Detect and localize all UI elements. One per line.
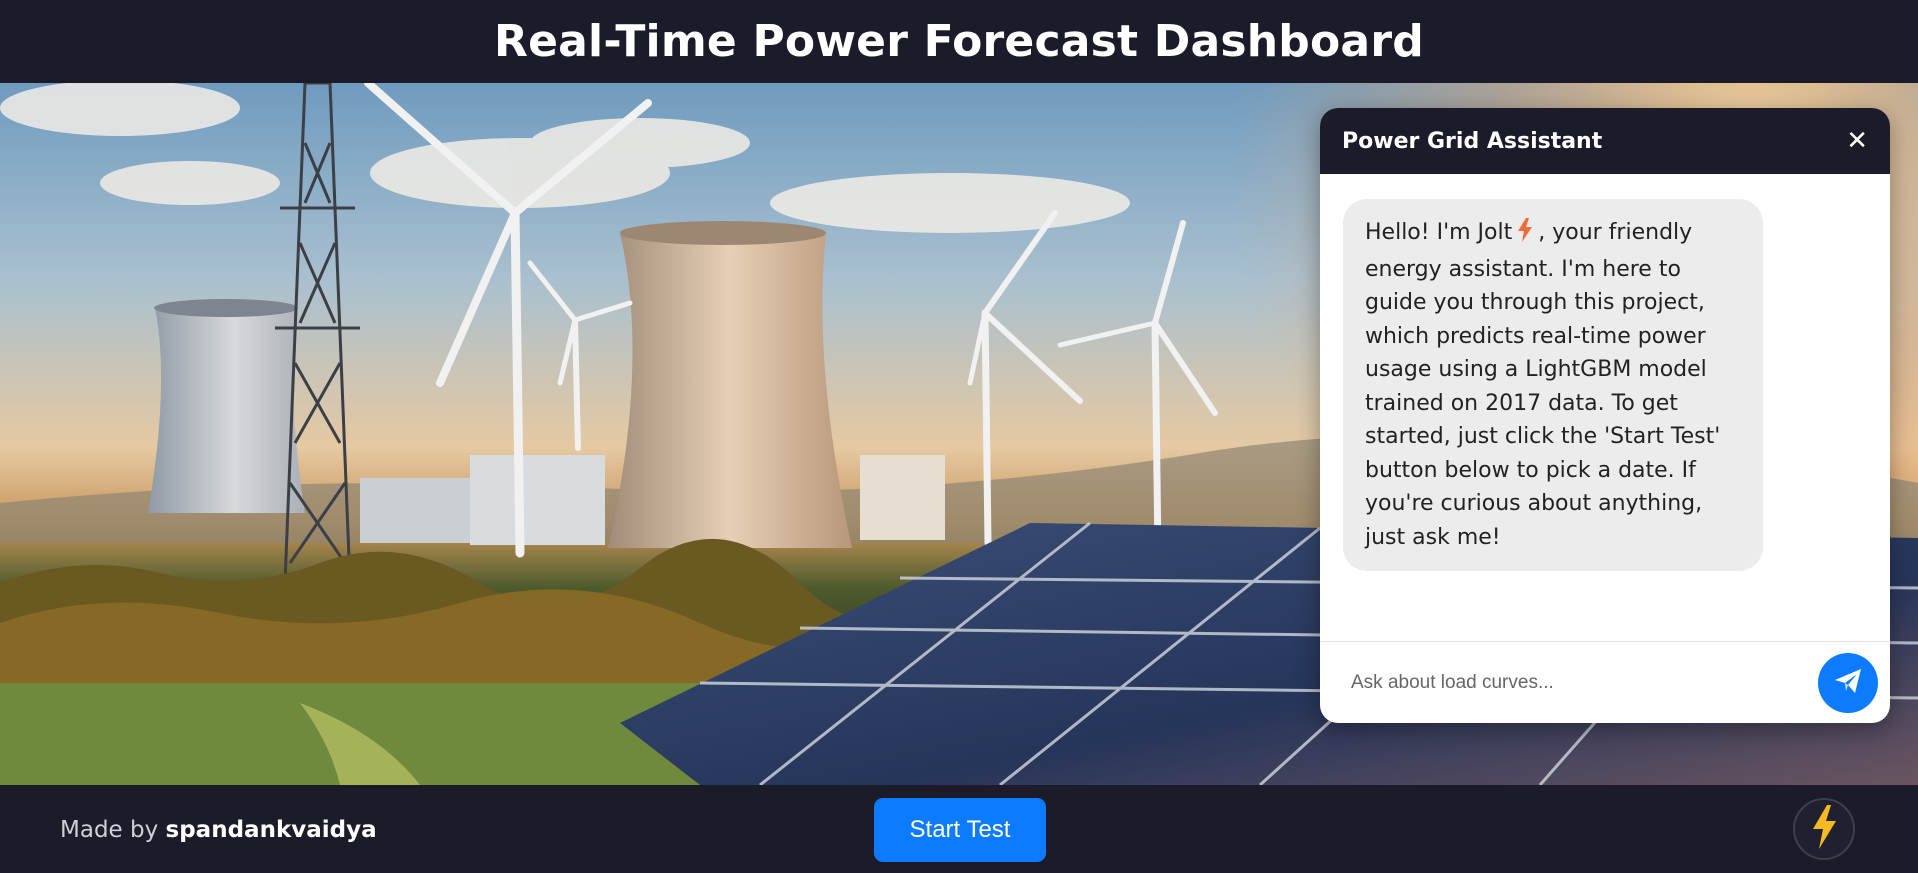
close-icon[interactable]: ✕ — [1846, 128, 1868, 154]
assistant-toggle-button[interactable] — [1793, 798, 1855, 860]
message-text-end: , your friendly energy assistant. I'm he… — [1365, 220, 1721, 550]
footer: Made by spandankvaidya Start Test — [0, 785, 1918, 873]
start-test-button[interactable]: Start Test — [874, 798, 1046, 862]
chat-title: Power Grid Assistant — [1342, 128, 1603, 154]
message-text-start: Hello! I'm Jolt — [1365, 220, 1513, 245]
paper-plane-icon — [1834, 668, 1862, 698]
assistant-message-bubble: Hello! I'm Jolt, your friendly energy as… — [1343, 199, 1763, 571]
send-button[interactable] — [1818, 652, 1878, 713]
chat-input-row — [1320, 641, 1890, 723]
chat-panel: Power Grid Assistant ✕ Hello! I'm Jolt, … — [1320, 108, 1890, 723]
credit-prefix: Made by — [60, 817, 159, 843]
credit-text: Made by spandankvaidya — [60, 817, 377, 843]
lightning-icon — [1810, 805, 1838, 853]
chat-messages: Hello! I'm Jolt, your friendly energy as… — [1320, 174, 1890, 641]
chat-header: Power Grid Assistant ✕ — [1320, 108, 1890, 174]
page-title: Real-Time Power Forecast Dashboard — [494, 16, 1424, 67]
top-header: Real-Time Power Forecast Dashboard — [0, 0, 1918, 83]
chat-input[interactable] — [1349, 670, 1818, 695]
credit-author-link[interactable]: spandankvaidya — [166, 817, 377, 843]
lightning-icon — [1516, 218, 1534, 253]
